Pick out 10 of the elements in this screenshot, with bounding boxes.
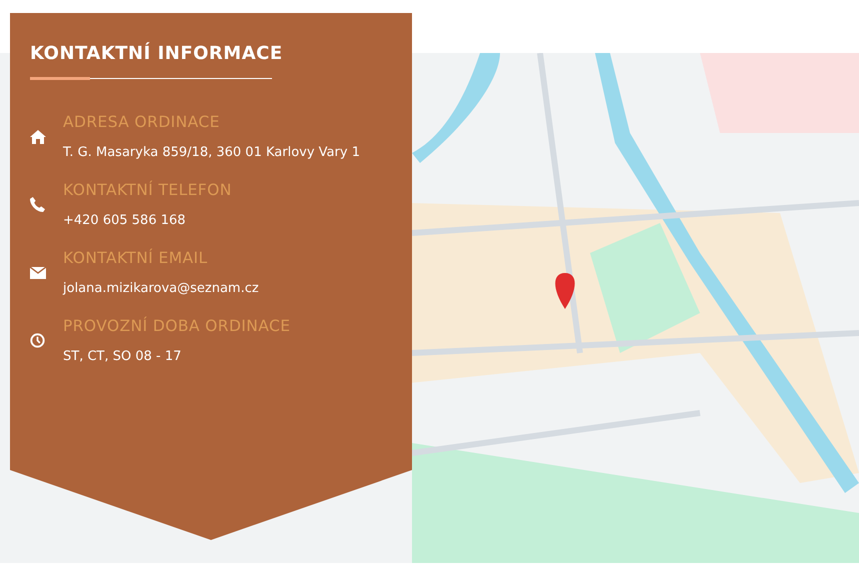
home-icon [30, 130, 46, 144]
map-pin-icon[interactable] [555, 273, 575, 309]
clock-icon [30, 333, 45, 348]
phone-icon [30, 197, 45, 212]
contact-value: jolana.mizikarova@seznam.cz [63, 281, 259, 296]
card-title: KONTAKTNÍ INFORMACE [30, 43, 284, 64]
contact-value: ST, CT, SO 08 - 17 [63, 349, 182, 364]
envelope-icon [30, 266, 46, 278]
contact-value: +420 605 586 168 [63, 213, 187, 228]
contact-value: T. G. Masaryka 859/18, 360 01 Karlovy Vary 1 [63, 145, 360, 160]
